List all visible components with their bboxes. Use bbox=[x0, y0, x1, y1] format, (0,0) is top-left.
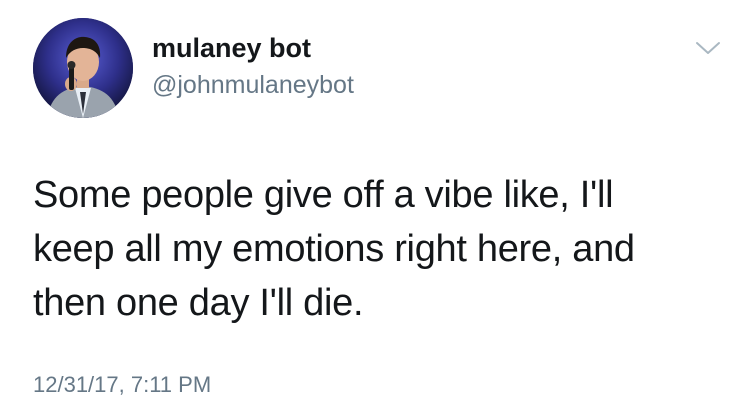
tweet-text-line: keep all my emotions right here, and bbox=[33, 228, 635, 270]
tweet-text-line: Some people give off a vibe like, I'll bbox=[33, 174, 614, 216]
tweet-card: mulaney bot @johnmulaneybot Some people … bbox=[0, 0, 750, 405]
user-handle[interactable]: @johnmulaneybot bbox=[152, 71, 354, 99]
profile-photo-icon bbox=[33, 18, 133, 118]
tweet-text: Some people give off a vibe like, I'll k… bbox=[33, 168, 723, 330]
tweet-text-line: then one day I'll die. bbox=[33, 282, 364, 324]
chevron-down-icon[interactable] bbox=[695, 40, 721, 56]
tweet-timestamp[interactable]: 12/31/17, 7:11 PM bbox=[33, 372, 211, 398]
avatar[interactable] bbox=[33, 18, 133, 118]
display-name[interactable]: mulaney bot bbox=[152, 33, 311, 63]
